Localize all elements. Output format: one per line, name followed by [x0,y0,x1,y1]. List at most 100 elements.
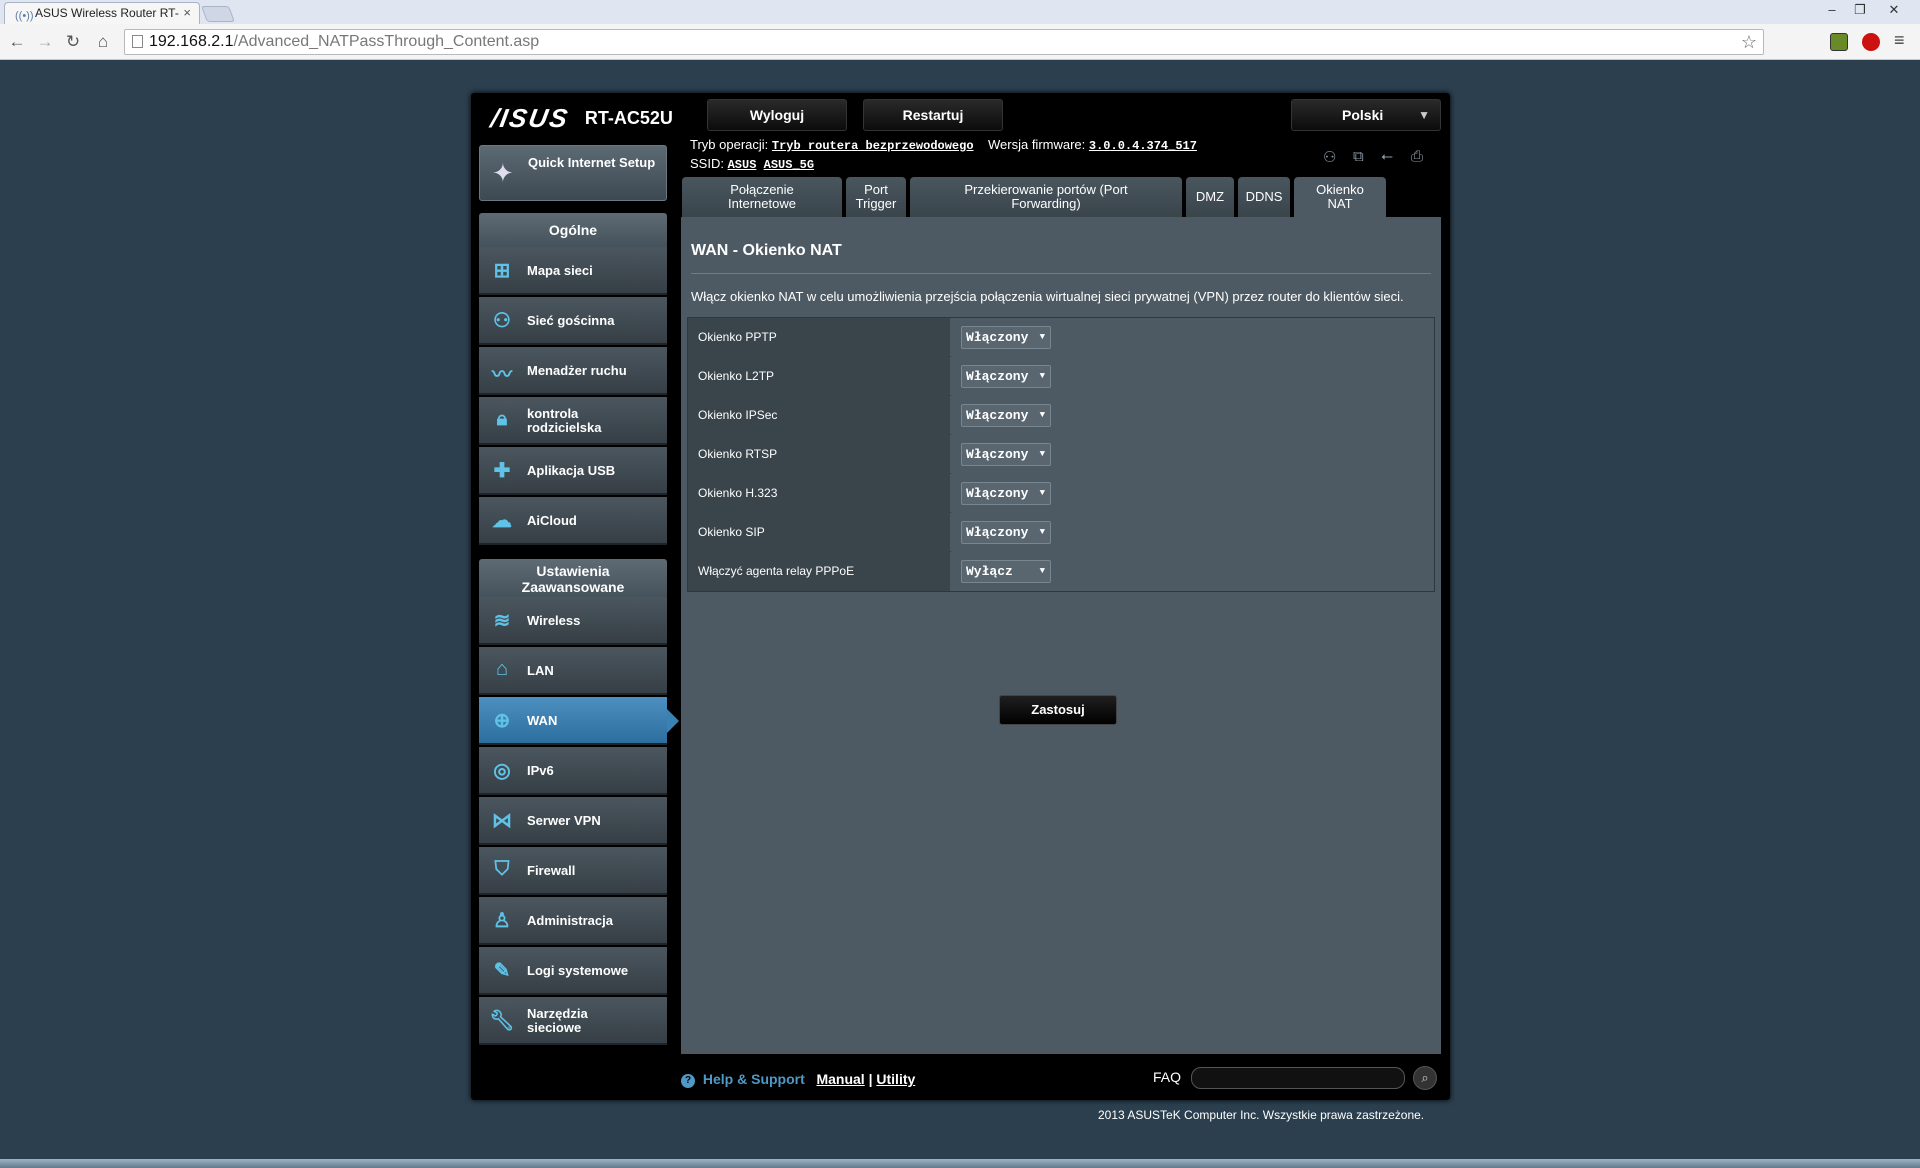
ssid-label: SSID: [690,156,724,171]
tab-port-forwarding[interactable]: Przekierowanie portów (Port Forwarding) [910,177,1182,217]
tab-internet-connection[interactable]: Połączenie Internetowe [682,177,842,217]
minimize-icon[interactable]: – [1818,2,1846,17]
tab-port-trigger[interactable]: Port Trigger [846,177,906,217]
sidebar-item-label: Logi systemowe [527,963,629,978]
sidebar-item-network-map[interactable]: ⊞ Mapa sieci [479,247,667,295]
faq-search-input[interactable] [1191,1067,1405,1089]
sidebar-item-aicloud[interactable]: ☁ AiCloud [479,497,667,545]
sidebar-item-traffic-manager[interactable]: 〰 Menadżer ruchu [479,347,667,395]
page-title: WAN - Okienko NAT [691,242,842,259]
apply-button[interactable]: Zastosuj [999,695,1117,725]
ipsec-passthrough-select[interactable]: Włączony ▼ [961,404,1051,427]
sidebar-item-firewall[interactable]: ⛉ Firewall [479,847,667,895]
back-icon[interactable]: ← [6,32,28,52]
table-row: Okienko RTSP Włączony ▼ [688,435,1434,474]
network-status-icon[interactable]: ⧉ [1353,148,1364,165]
qis-label: Quick Internet Setup [528,155,656,170]
sip-passthrough-select[interactable]: Włączony ▼ [961,521,1051,544]
usb-icon[interactable]: ⭠ [1381,148,1393,165]
tab-nat-passthrough[interactable]: Okienko NAT [1294,177,1386,217]
ssid-link-1[interactable]: ASUS [728,158,757,172]
new-tab-button[interactable] [201,6,235,22]
fw-link[interactable]: 3.0.0.4.374_517 [1089,139,1197,153]
reload-icon[interactable]: ↻ [62,32,84,52]
pppoe-relay-select[interactable]: Wyłącz ▼ [961,560,1051,583]
restore-icon[interactable]: ❐ [1846,2,1874,18]
shield-icon: ⛉ [494,858,510,880]
clients-icon[interactable]: ⚇ [1323,148,1336,166]
sidebar-item-vpn-server[interactable]: ⋈ Serwer VPN [479,797,667,845]
caret-down-icon: ▼ [1039,371,1045,381]
network-map-icon: ⊞ [493,260,511,282]
copyright: 2013 ASUSTeK Computer Inc. Wszystkie pra… [1098,1108,1425,1122]
guest-network-icon: ⚇ [493,310,511,332]
vpn-icon: ⋈ [492,810,512,832]
tab-title: ASUS Wireless Router RT- [35,6,179,20]
row-label: Okienko RTSP [688,435,950,474]
address-bar[interactable]: 192.168.2.1/Advanced_NATPassThrough_Cont… [124,29,1764,55]
manual-link[interactable]: Manual [816,1071,864,1087]
lock-icon: 🔒︎ [496,408,508,430]
sidebar-item-system-log[interactable]: ✎ Logi systemowe [479,947,667,995]
sidebar-item-label: Administracja [527,913,613,928]
ssid-link-2[interactable]: ASUS_5G [764,158,814,172]
table-row: Okienko H.323 Włączony ▼ [688,474,1434,513]
l2tp-passthrough-select[interactable]: Włączony ▼ [961,365,1051,388]
forward-icon[interactable]: → [34,32,56,52]
pptp-passthrough-select[interactable]: Włączony ▼ [961,326,1051,349]
browser-tab[interactable]: ((•)) ASUS Wireless Router RT- × [4,2,200,24]
sidebar-item-usb-application[interactable]: ✚ Aplikacja USB [479,447,667,495]
quick-internet-setup-button[interactable]: ✦ Quick Internet Setup [479,145,667,201]
menu-icon[interactable]: ≡ [1894,30,1905,51]
search-icon[interactable]: ⌕ [1413,1066,1437,1090]
cloud-icon: ☁ [492,510,512,532]
faq-label: FAQ [1153,1069,1182,1085]
sidebar-item-network-tools[interactable]: 🔧︎ Narzędzia sieciowe [479,997,667,1045]
home-button-icon[interactable]: ⌂ [92,32,114,52]
browser-titlebar: ((•)) ASUS Wireless Router RT- × – ❐ ✕ [0,0,1920,24]
extension-shield-icon[interactable] [1830,33,1848,51]
rtsp-passthrough-select[interactable]: Włączony ▼ [961,443,1051,466]
page-icon [132,35,143,48]
sidebar-item-label: Narzędzia sieciowe [527,1006,588,1035]
sidebar-item-label: Mapa sieci [527,263,593,278]
sidebar-item-wireless[interactable]: ≋ Wireless [479,597,667,645]
row-value-cell: Włączony ▼ [951,396,1434,435]
extension-opera-icon[interactable] [1862,33,1880,51]
sidebar-item-wan[interactable]: ⊕ WAN [479,697,679,745]
url-host: 192.168.2.1 [149,33,234,50]
sidebar-item-ipv6[interactable]: ◎ IPv6 [479,747,667,795]
op-mode-line: Tryb operacji: Tryb routera bezprzewodow… [690,137,1197,153]
logout-button[interactable]: Wyloguj [707,99,847,131]
sidebar-item-administration[interactable]: ♙ Administracja [479,897,667,945]
sidebar-item-lan[interactable]: ⌂ LAN [479,647,667,695]
sidebar-item-guest-network[interactable]: ⚇ Sieć gościnna [479,297,667,345]
table-row: Okienko IPSec Włączony ▼ [688,396,1434,435]
sidebar-item-label: IPv6 [527,763,554,778]
op-mode-label: Tryb operacji: [690,137,769,152]
close-window-icon[interactable]: ✕ [1880,2,1908,18]
tab-label: Połączenie Internetowe [728,182,796,211]
op-mode-link[interactable]: Tryb routera bezprzewodowego [772,139,974,153]
close-tab-icon[interactable]: × [183,3,191,23]
utility-link[interactable]: Utility [876,1071,915,1087]
advanced-section-header: Ustawienia Zaawansowane [479,559,667,597]
tab-dmz[interactable]: DMZ [1186,177,1234,217]
general-section-header: Ogólne [479,213,667,247]
help-support-link[interactable]: Help & Support [703,1071,805,1087]
ssid-line: SSID: ASUS ASUS_5G [690,156,814,172]
printer-icon[interactable]: ⎙ [1411,148,1423,165]
sidebar-item-label: Serwer VPN [527,813,601,828]
sidebar-item-label: Wireless [527,613,581,628]
h323-passthrough-select[interactable]: Włączony ▼ [961,482,1051,505]
language-value: Polski [1342,107,1384,123]
language-select[interactable]: Polski ▼ [1291,99,1441,131]
caret-down-icon: ▼ [1039,566,1045,576]
chevron-down-icon: ▼ [1418,108,1430,122]
restart-button[interactable]: Restartuj [863,99,1003,131]
bookmark-star-icon[interactable]: ☆ [1741,30,1757,54]
sidebar-item-parental-control[interactable]: 🔒︎ kontrola rodzicielska [479,397,667,445]
asus-logo: /ISUS [488,102,572,133]
tab-ddns[interactable]: DDNS [1238,177,1290,217]
router-panel: /ISUS RT-AC52U Wyloguj Restartuj Polski … [471,93,1450,1100]
